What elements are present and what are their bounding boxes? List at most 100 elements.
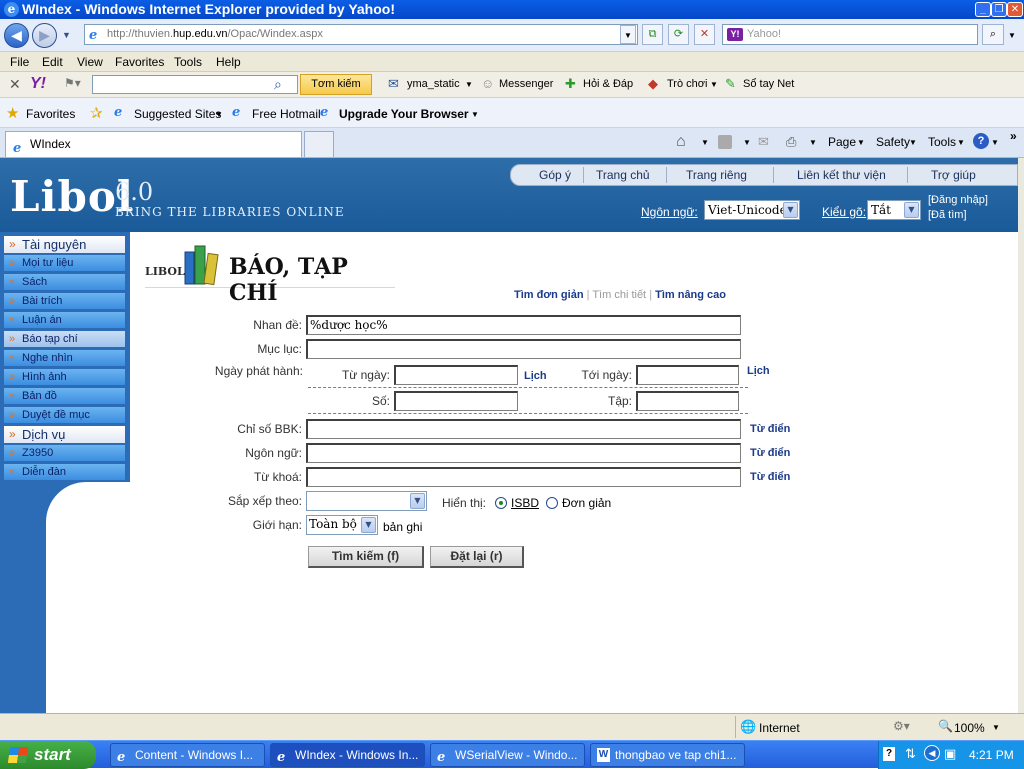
games-link[interactable]: Trò chơi [667, 78, 707, 90]
reset-button[interactable]: Đặt lại (r) [430, 546, 524, 568]
recent-pages-dropdown-icon[interactable]: ▼ [62, 30, 71, 40]
display-tray-icon[interactable]: ▣ [944, 746, 956, 762]
minimize-button[interactable]: _ [975, 2, 991, 17]
sidebar-item-theses[interactable]: Luận án [4, 312, 125, 329]
compatibility-icon[interactable]: ⧉ [642, 24, 663, 45]
sidebar-item-journals[interactable]: Báo tạp chí [4, 331, 125, 348]
bbk-dictionary-link[interactable]: Từ điển [750, 423, 790, 435]
maximize-button[interactable]: ❐ [991, 2, 1007, 17]
free-hotmail-link[interactable]: Free Hotmail [252, 107, 321, 121]
taskbar-item-thongbao[interactable]: W thongbao ve tap chi1... [590, 743, 745, 767]
taskbar-item-content[interactable]: e Content - Windows I... [110, 743, 265, 767]
number-input[interactable] [394, 391, 518, 411]
notepad-link[interactable]: Sổ tay Net [743, 78, 794, 90]
sidebar-item-books[interactable]: Sách [4, 274, 125, 291]
page-menu[interactable]: Page [828, 135, 856, 149]
mail-dropdown-icon[interactable]: ▼ [465, 80, 473, 89]
yahoo-search-input[interactable]: ⌕ [92, 75, 298, 94]
menu-help[interactable]: Help [216, 55, 241, 69]
help-tray-icon[interactable]: ? [883, 747, 895, 761]
menu-file[interactable]: File [10, 55, 29, 69]
address-input[interactable]: e http://thuvien.hup.edu.vn/Opac/Windex.… [84, 24, 638, 45]
menu-view[interactable]: View [77, 55, 103, 69]
answers-link[interactable]: Hỏi & Đáp [583, 78, 633, 90]
refresh-icon[interactable]: ⟳ [668, 24, 689, 45]
sidebar-item-z3950[interactable]: Z3950 [4, 445, 125, 462]
web-search-button[interactable]: Tơm kiếm web [300, 74, 372, 109]
display-simple-radio[interactable] [546, 497, 558, 509]
sidebar-item-forum[interactable]: Diễn đàn [4, 464, 125, 481]
advanced-search-link[interactable]: Tìm nâng cao [655, 289, 726, 301]
upgrade-browser-link[interactable]: Upgrade Your Browser [339, 107, 469, 121]
protected-mode-icon[interactable]: ⚙▾ [893, 719, 910, 733]
to-calendar-link[interactable]: Lịch [747, 365, 770, 377]
games-dropdown-icon[interactable]: ▼ [710, 80, 718, 89]
help-icon[interactable]: ? [973, 133, 989, 149]
close-window-button[interactable]: ✕ [1007, 2, 1023, 17]
stop-icon[interactable]: ✕ [694, 24, 715, 45]
login-link[interactable]: [Đăng nhập] [928, 194, 988, 206]
upgrade-dropdown-icon[interactable]: ▼ [471, 110, 479, 119]
language-select[interactable]: Viet-Unicode ▼ [704, 200, 800, 220]
menu-favorites[interactable]: Favorites [115, 55, 164, 69]
help-dropdown-icon[interactable]: ▼ [991, 138, 999, 147]
input-method-select[interactable]: Tắt ▼ [867, 200, 921, 220]
suggested-sites-link[interactable]: Suggested Sites [134, 107, 221, 121]
feeds-dropdown-icon[interactable]: ▼ [743, 138, 751, 147]
detailed-search-link[interactable]: Tìm chi tiết [592, 289, 646, 301]
favorites-button[interactable]: Favorites [26, 107, 75, 121]
suggested-dropdown-icon[interactable]: ▼ [215, 110, 223, 119]
sidebar-item-maps[interactable]: Bản đồ [4, 388, 125, 405]
start-button[interactable]: start [0, 741, 96, 769]
simple-search-link[interactable]: Tìm đơn giản [514, 289, 584, 301]
network-icon[interactable]: ⇅ [905, 746, 916, 762]
sidebar-item-articles[interactable]: Bài trích [4, 293, 125, 310]
home-icon[interactable]: ⌂ [676, 133, 686, 151]
found-link[interactable]: [Đã tìm] [928, 209, 967, 221]
close-toolbar-icon[interactable]: ✕ [9, 76, 21, 93]
zoom-level[interactable]: 100% [954, 721, 985, 735]
bbk-input[interactable] [306, 419, 741, 439]
search-options-icon[interactable]: ▼ [1008, 31, 1016, 40]
print-icon[interactable]: ⎙ [786, 134, 796, 150]
search-button[interactable]: Tìm kiếm (f) [308, 546, 424, 568]
new-tab-button[interactable] [304, 131, 334, 157]
tools-menu[interactable]: Tools [928, 135, 956, 149]
language-dictionary-link[interactable]: Từ điển [750, 447, 790, 459]
home-dropdown-icon[interactable]: ▼ [701, 138, 709, 147]
back-arrow-icon[interactable]: ◀ [924, 745, 940, 761]
display-isbd-radio[interactable] [495, 497, 507, 509]
title-input[interactable]: %dược học% [306, 315, 741, 335]
print-dropdown-icon[interactable]: ▼ [809, 138, 817, 147]
sort-select[interactable]: ▼ [306, 491, 427, 511]
sidebar-item-audiovisual[interactable]: Nghe nhìn [4, 350, 125, 367]
address-dropdown-icon[interactable]: ▼ [620, 25, 636, 44]
feeds-icon[interactable] [718, 135, 732, 149]
tab-windex[interactable]: e WIndex [5, 131, 302, 157]
toolbar-pencil-icon[interactable]: ⚑▾ [64, 76, 81, 90]
menu-edit[interactable]: Edit [42, 55, 63, 69]
search-icon[interactable]: ⌕ [982, 24, 1004, 45]
read-mail-icon[interactable]: ✉ [758, 134, 769, 150]
chevron-more-icon[interactable]: » [1010, 129, 1017, 143]
taskbar-item-windex[interactable]: e WIndex - Windows In... [270, 743, 425, 767]
keyword-dictionary-link[interactable]: Từ điển [750, 471, 790, 483]
nav-personal[interactable]: Trang riêng [686, 168, 747, 182]
add-favorite-icon[interactable]: ✰ [90, 104, 103, 122]
sidebar-item-browse-subjects[interactable]: Duyệt đề mục [4, 407, 125, 424]
yahoo-logo-icon[interactable]: Y! [30, 75, 60, 94]
from-calendar-link[interactable]: Lịch [524, 370, 547, 382]
nav-library-links[interactable]: Liên kết thư viện [797, 168, 886, 182]
nav-help[interactable]: Trợ giúp [931, 168, 976, 182]
menu-tools[interactable]: Tools [174, 55, 202, 69]
nav-home[interactable]: Trang chủ [596, 168, 650, 182]
zoom-dropdown-icon[interactable]: ▼ [992, 723, 1000, 732]
to-date-input[interactable] [636, 365, 739, 385]
messenger-link[interactable]: Messenger [499, 78, 553, 90]
keyword-input[interactable] [306, 467, 741, 487]
forward-button[interactable]: ▶ [32, 23, 57, 48]
vertical-scrollbar[interactable] [1018, 158, 1024, 713]
taskbar-item-wserialview[interactable]: e WSerialView - Windo... [430, 743, 585, 767]
nav-feedback[interactable]: Góp ý [539, 168, 571, 182]
back-button[interactable]: ◀ [4, 23, 29, 48]
